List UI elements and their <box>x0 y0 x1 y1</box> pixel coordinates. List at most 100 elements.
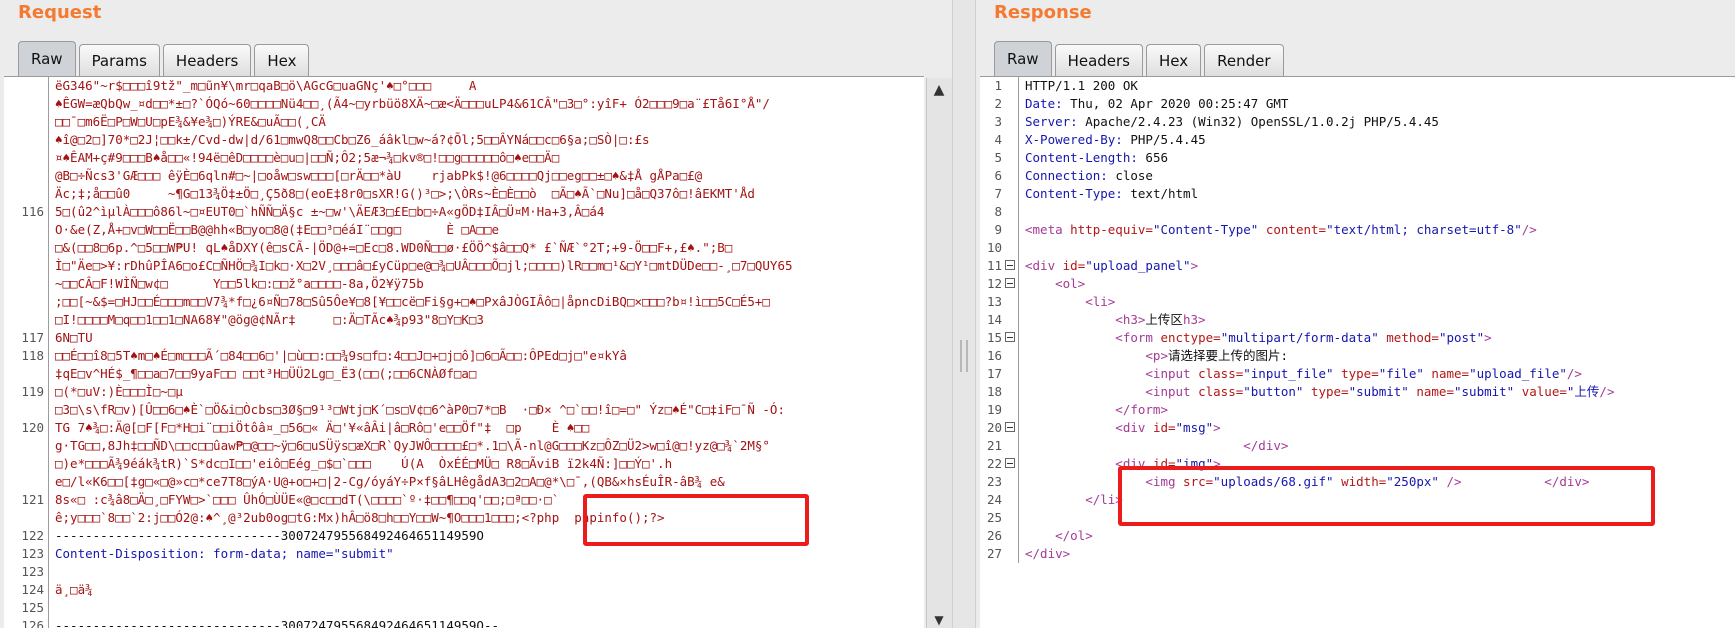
code-token: 656 <box>1137 150 1168 165</box>
request-line: g·TG□□,8Jh‡□□ÑD\□□c□□ûaw₱□@□□~ÿ□6□uSÜÿs□… <box>4 437 924 455</box>
response-line: 15 <form enctype="multipart/form-data" m… <box>980 329 1735 347</box>
scroll-down-icon[interactable]: ▼ <box>930 613 948 627</box>
line-number <box>4 473 48 491</box>
request-line-text: ~□□CÂ□F!WÌÑ□w¢□ Y□□5lk□:□□ž°a□□□□-8a,Ö2¥… <box>55 276 424 291</box>
response-line-text <box>1019 203 1735 221</box>
response-editor[interactable]: 1 HTTP/1.1 200 OK 2 Date: Thu, 02 Apr 2020 … <box>980 76 1735 628</box>
splitter-grip-icon[interactable] <box>960 340 968 372</box>
line-number: 27 <box>980 545 1004 563</box>
request-line: □&(□□8□6p.^□5□□W₱U! qL♠åDXY(ê□sCÃ-|ÖD@+=… <box>4 239 924 257</box>
code-token: Content-Length: <box>1025 150 1138 165</box>
request-line-text: O·&e(Z,Å+□v□W□□Ë□□B@@hh«B□yo□8@(‡E□□³□éá… <box>55 222 500 237</box>
response-tab-headers[interactable]: Headers <box>1054 44 1143 76</box>
response-line-text: Content-Type: text/html <box>1019 185 1735 203</box>
response-line: 8 <box>980 203 1735 221</box>
request-pane: Request Raw Params Headers Hex ëG346"~r$… <box>0 0 952 628</box>
line-number <box>4 95 48 113</box>
line-number: 11 <box>980 257 1004 275</box>
code-token: "post" <box>1438 330 1485 345</box>
response-tab-render[interactable]: Render <box>1204 44 1284 76</box>
request-scrollbar[interactable]: ▲ ▼ <box>926 78 952 628</box>
request-line: ♠î@□2□]70*□2J¦□□k±/Cvd-dw|d/61□mwQ8□□Cb□… <box>4 131 924 149</box>
code-token: HTTP/1.1 200 OK <box>1025 78 1138 93</box>
code-token: "submit" <box>1348 384 1417 399</box>
request-line: ;□□[~&$=□HJ□□É□□□m□□V7¾*f□¿6¤Ñ□78□Sû5Ôe¥… <box>4 293 924 311</box>
request-line-text: □&(□□8□6p.^□5□□W₱U! qL♠åDXY(ê□sCÃ-|ÖD@+=… <box>55 240 733 255</box>
request-line: □□¯□m6Ë□P□W□U□pE¾&¥e¾□)ÝRE&□uÃ□□(¸CÄ <box>4 113 924 131</box>
line-number: 7 <box>980 185 1004 203</box>
payload-highlight-box <box>583 494 809 546</box>
code-token: "Content-Type" <box>1152 222 1266 237</box>
response-line: 6 Connection: close <box>980 167 1735 185</box>
request-line: ¤♠ÊAM+ç#9□□□B♠å□□«!94ë□êD□□□□è□u□|□□Ñ;Ô2… <box>4 149 924 167</box>
response-tab-raw[interactable]: Raw <box>994 41 1052 76</box>
request-line: Ì□"Äe□>¥:rDhûPÎA6□o£C□ÑHÖ□¾I□k□·X□2V¸□□□… <box>4 257 924 275</box>
line-number: 12 <box>980 275 1004 293</box>
line-number <box>4 437 48 455</box>
code-token: <div <box>1025 258 1063 273</box>
line-number <box>4 239 48 257</box>
request-tab-headers[interactable]: Headers <box>162 44 252 76</box>
line-number: 2 <box>980 95 1004 113</box>
code-token: <p> <box>1025 348 1168 363</box>
scroll-up-icon[interactable]: ▲ <box>930 82 948 98</box>
line-number: 5 <box>980 149 1004 167</box>
img-highlight-box <box>1118 466 1655 526</box>
response-tabs: Raw Headers Hex Render <box>994 40 1287 76</box>
code-token: text/html <box>1122 186 1199 201</box>
response-line-text: <li> <box>1019 293 1735 311</box>
line-number: 17 <box>980 365 1004 383</box>
fold-toggle-icon[interactable] <box>1004 329 1018 347</box>
request-line: 119 □(*□uV:)È□□□Ì□~□µ <box>4 383 924 401</box>
request-line: ♠ÊGW=æQbQw_¤d□□*±□?`ÓQó~60□□□□Nü4□□¸(Ã4~… <box>4 95 924 113</box>
request-line-text: ♠ÊGW=æQbQw_¤d□□*±□?`ÓQó~60□□□□Nü4□□¸(Ã4~… <box>55 96 770 111</box>
code-token: <ol> <box>1025 276 1086 291</box>
fold-toggle-icon[interactable] <box>1004 257 1018 275</box>
code-token: </li> <box>1025 492 1123 507</box>
code-token: name= <box>1416 384 1454 399</box>
response-line: 11 <div id="upload_panel"> <box>980 257 1735 275</box>
response-line-text: </div> <box>1019 437 1735 455</box>
line-number <box>4 149 48 167</box>
response-line-text: <input class="input_file" type="file" na… <box>1019 365 1735 383</box>
response-line-text: </form> <box>1019 401 1735 419</box>
response-line: 19 </form> <box>980 401 1735 419</box>
code-token: "button" <box>1243 384 1311 399</box>
code-token: > <box>1213 420 1221 435</box>
request-tab-hex[interactable]: Hex <box>254 44 310 76</box>
code-token: Apache/2.4.23 (Win32) OpenSSL/1.0.2j PHP… <box>1077 114 1439 129</box>
fold-toggle-icon[interactable] <box>1004 455 1018 473</box>
pane-splitter[interactable] <box>952 0 976 628</box>
code-token: <form <box>1025 330 1161 345</box>
code-token: Server: <box>1025 114 1078 129</box>
request-line-text: ;□□[~&$=□HJ□□É□□□m□□V7¾*f□¿6¤Ñ□78□Sû5Ôe¥… <box>55 294 770 309</box>
request-line-text: ä¸□ä¾ <box>55 582 93 597</box>
response-line: 1 HTTP/1.1 200 OK <box>980 77 1735 95</box>
line-number: 121 <box>4 491 48 509</box>
request-tab-raw[interactable]: Raw <box>18 41 76 76</box>
line-number: 6 <box>980 167 1004 185</box>
line-number: 24 <box>980 491 1004 509</box>
line-number: 16 <box>980 347 1004 365</box>
line-number <box>4 131 48 149</box>
response-line-text: </ol> <box>1019 527 1735 545</box>
response-line: 16 <p>请选择要上传的图片: <box>980 347 1735 365</box>
request-line: 124 ä¸□ä¾ <box>4 581 924 599</box>
request-tab-params[interactable]: Params <box>78 44 160 76</box>
fold-toggle-icon[interactable] <box>1004 419 1018 437</box>
fold-toggle-icon[interactable] <box>1004 275 1018 293</box>
response-line: 3 Server: Apache/2.4.23 (Win32) OpenSSL/1… <box>980 113 1735 131</box>
code-token: type= <box>1310 384 1349 399</box>
request-line: □)e*□□□Ã¾9éák¾tR)`S*dc□I□□'eiô□Eég_□$□`□… <box>4 455 924 473</box>
response-line-text: <ol> <box>1019 275 1735 293</box>
response-tab-hex[interactable]: Hex <box>1146 44 1202 76</box>
line-number: 23 <box>980 473 1004 491</box>
code-token: </ol> <box>1025 528 1093 543</box>
